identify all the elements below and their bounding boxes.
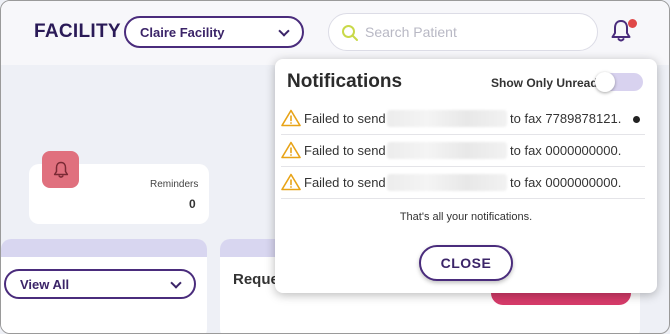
facility-select-value: Claire Facility (140, 24, 225, 40)
chevron-down-icon (278, 25, 290, 37)
search-box[interactable] (328, 13, 598, 51)
app-frame: FACILITY Claire Facility Reminders 0 Vie… (0, 0, 670, 334)
requests-title: Reque (233, 271, 279, 288)
redacted-patient-name (387, 142, 507, 159)
search-input[interactable] (365, 24, 565, 40)
reminder-bell-icon (42, 151, 79, 188)
brand-title: FACILITY (34, 21, 121, 42)
toggle-knob (595, 72, 615, 92)
end-of-notifications-message: That's all your notifications. (399, 211, 533, 223)
notifications-title: Notifications (287, 71, 403, 92)
notification-suffix: to fax 0000000000. (510, 143, 622, 158)
warning-icon (281, 109, 301, 127)
show-only-unread-label: Show Only Unread (491, 76, 598, 90)
view-filter-value: View All (20, 276, 70, 292)
redacted-patient-name (387, 174, 507, 191)
chevron-down-icon (170, 277, 182, 289)
show-only-unread-toggle[interactable] (595, 72, 643, 92)
reminders-count: 0 (189, 197, 196, 211)
facility-select[interactable]: Claire Facility (124, 16, 304, 48)
unread-dot-icon (633, 116, 640, 123)
search-icon (342, 25, 358, 41)
notification-suffix: to fax 0000000000. (510, 175, 622, 190)
notification-item[interactable]: Failed to send to fax 0000000000. (281, 167, 645, 199)
warning-icon (281, 141, 301, 159)
filter-panel-header (1, 239, 207, 257)
notification-item[interactable]: Failed to send to fax 7789878121. (281, 103, 645, 135)
notification-item[interactable]: Failed to send to fax 0000000000. (281, 135, 645, 167)
notification-suffix: to fax 7789878121. (510, 111, 622, 126)
notifications-popup: Notifications Show Only Unread Failed to… (275, 59, 657, 293)
close-button[interactable]: CLOSE (419, 245, 513, 281)
view-filter-select[interactable]: View All (4, 269, 196, 299)
warning-icon (281, 173, 301, 191)
redacted-patient-name (387, 110, 507, 127)
reminders-label: Reminders (150, 179, 199, 190)
notification-prefix: Failed to send (304, 175, 386, 190)
notification-prefix: Failed to send (304, 143, 386, 158)
notification-prefix: Failed to send (304, 111, 386, 126)
unread-badge (628, 19, 637, 28)
